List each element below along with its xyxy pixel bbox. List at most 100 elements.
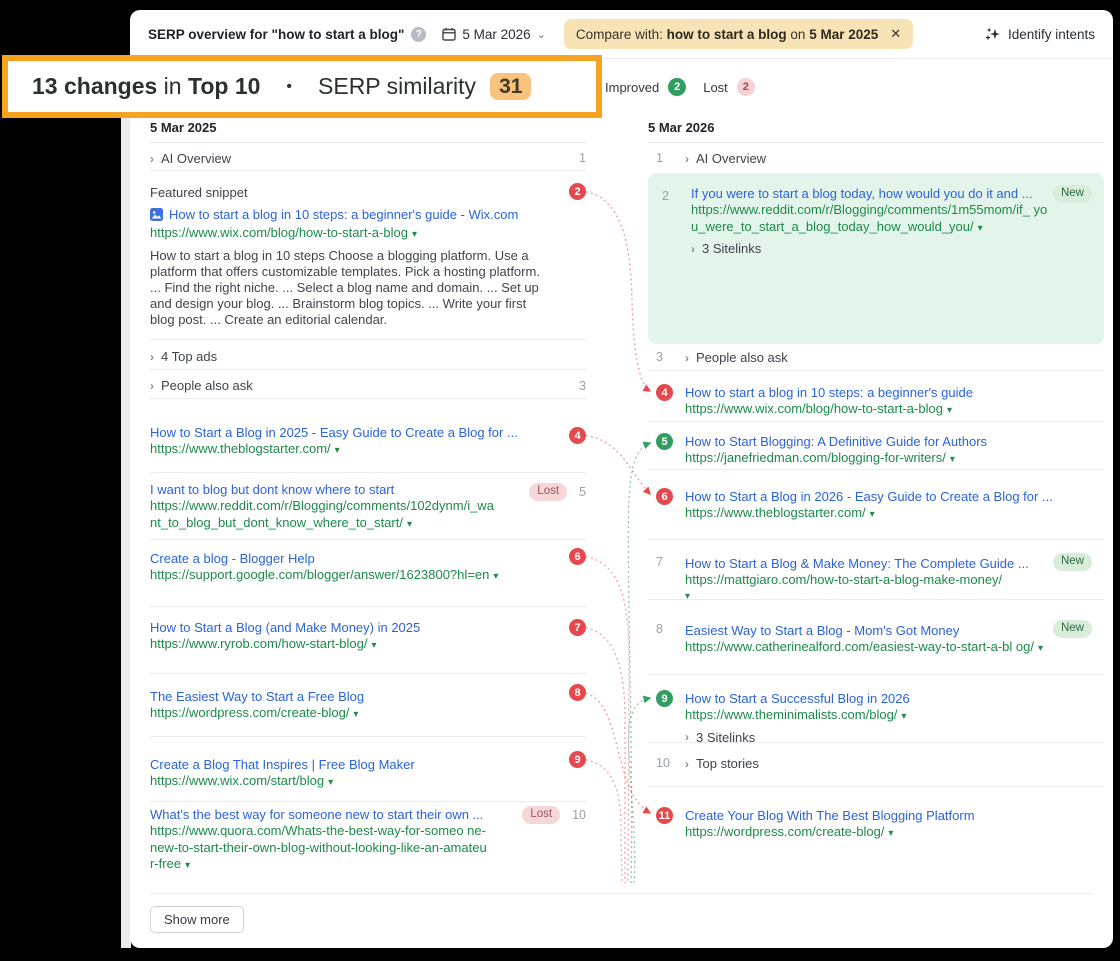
result-url[interactable]: https://www.theblogstarter.com/▾ [150,441,546,460]
ai-overview-toggle[interactable]: › AI Overview [150,148,586,166]
result-url[interactable]: https://www.theminimalists.com/blog/▾ [685,707,1054,726]
dropdown-arrow-icon[interactable]: ▾ [950,454,955,465]
result-url[interactable]: https://wordpress.com/create-blog/▾ [685,824,1054,843]
result-url[interactable]: https://www.wix.com/blog/how-to-start-a-… [685,401,1054,420]
result-title[interactable]: The Easiest Way to Start a Free Blog [150,688,546,705]
result-url[interactable]: https://www.quora.com/Whats-the-best-way… [150,823,491,875]
top-stories-toggle[interactable]: › Top stories [685,743,1104,771]
dropdown-arrow-icon[interactable]: ▾ [493,571,498,582]
sparkle-icon [985,27,1000,40]
dropdown-arrow-icon[interactable]: ▾ [947,405,952,416]
serp-feature-row: 1 › AI Overview [648,148,1104,171]
selected-date: 5 Mar 2026 [462,26,531,42]
dropdown-arrow-icon[interactable]: ▾ [353,709,358,720]
compare-on: on [786,26,810,42]
organic-result-row: 5 How to Start Blogging: A Definitive Gu… [648,422,1104,470]
result-title[interactable]: How to Start a Blog in 2026 - Easy Guide… [685,488,1054,505]
result-url[interactable]: https://support.google.com/blogger/answe… [150,567,546,586]
compare-prefix: Compare with: [575,26,667,42]
featured-snippet-row: Featured snippet How to start a blog in … [150,171,586,340]
result-title[interactable]: What's the best way for someone new to s… [150,806,491,823]
rank-badge: 9 [569,751,586,768]
result-url[interactable]: https://www.reddit.com/r/Blogging/commen… [150,498,496,533]
result-url[interactable]: https://www.ryrob.com/how-start-blog/▾ [150,636,546,655]
page-title: SERP overview for "how to start a blog" [148,26,405,42]
people-also-ask-toggle[interactable]: › People also ask [150,370,586,393]
result-url[interactable]: https://www.theblogstarter.com/▾ [685,505,1054,524]
calendar-icon [442,28,457,41]
result-url[interactable]: https://www.wix.com/blog/how-to-start-a-… [150,225,546,244]
result-title[interactable]: If you were to start a blog today, how w… [691,185,1048,202]
result-title[interactable]: Create a Blog That Inspires | Free Blog … [150,756,546,773]
result-url[interactable]: https://wordpress.com/create-blog/▾ [150,705,546,724]
show-more-button[interactable]: Show more [150,906,244,933]
dropdown-arrow-icon[interactable]: ▾ [978,223,983,234]
result-title[interactable]: How to Start Blogging: A Definitive Guid… [685,433,1054,450]
changes-summary: 13 changes in Top 10 [32,73,261,99]
dropdown-arrow-icon[interactable]: ▾ [185,860,190,871]
close-icon[interactable]: ✕ [890,26,901,42]
organic-result-row: Create a Blog That Inspires | Free Blog … [150,737,586,802]
dropdown-arrow-icon[interactable]: ▾ [335,445,340,456]
lost-label: Lost [703,79,728,95]
dropdown-arrow-icon[interactable]: ▾ [870,509,875,520]
result-title[interactable]: I want to blog but dont know where to st… [150,481,496,498]
dropdown-arrow-icon[interactable]: ▾ [412,229,417,240]
serp-similarity-label: SERP similarity [318,73,477,99]
top-ads-toggle[interactable]: › 4 Top ads [150,340,586,364]
result-url[interactable]: https://www.catherinealford.com/easiest-… [685,639,1048,658]
dropdown-arrow-icon[interactable]: ▾ [371,640,376,651]
result-url[interactable]: https://www.wix.com/start/blog ▾ [150,773,546,792]
result-title[interactable]: How to Start a Blog (and Make Money) in … [150,619,546,636]
ai-overview-toggle[interactable]: › AI Overview [685,148,1104,166]
position-number: 1 [579,151,586,165]
chevron-right-icon: › [685,730,689,744]
result-url[interactable]: https://www.reddit.com/r/Blogging/commen… [691,202,1048,237]
sitelinks-toggle[interactable]: › 3 Sitelinks [691,241,1048,256]
result-title[interactable]: Create a blog - Blogger Help [150,550,546,567]
help-icon[interactable]: ? [411,26,427,42]
serp-overview-panel: SERP overview for "how to start a blog" … [130,10,1113,948]
bullet-separator: • [286,77,293,95]
result-description: How to start a blog in 10 steps Choose a… [150,247,540,327]
organic-result-row: Create a blog - Blogger Help https://sup… [150,540,586,607]
result-title[interactable]: Create Your Blog With The Best Blogging … [685,807,1054,824]
result-title[interactable]: Easiest Way to Start a Blog - Mom's Got … [685,622,1048,639]
dropdown-arrow-icon[interactable]: ▾ [901,711,906,722]
right-column-date: 5 Mar 2026 [648,120,1104,143]
serp-feature-row: 3 › People also ask [648,345,1104,371]
identify-intents-button[interactable]: Identify intents [985,26,1095,42]
new-pill: New [1052,185,1092,203]
chevron-right-icon: › [685,756,689,771]
result-title[interactable]: How to Start a Blog & Make Money: The Co… [685,555,1048,572]
dropdown-arrow-icon[interactable]: ▾ [328,777,333,788]
rank-badge: 8 [569,684,586,701]
rank-badge: 4 [569,427,586,444]
position-number: 5 [579,484,586,499]
chevron-right-icon: › [150,151,154,166]
result-title[interactable]: How to Start a Blog in 2025 - Easy Guide… [150,424,546,441]
people-also-ask-toggle[interactable]: › People also ask [685,345,1104,365]
new-result-highlight-row: 2 If you were to start a blog today, how… [648,173,1104,344]
serp-similarity-callout: 13 changes in Top 10 • SERP similarity 3… [2,55,602,118]
dropdown-arrow-icon[interactable]: ▾ [407,519,412,530]
organic-result-row: 6 How to Start a Blog in 2026 - Easy Gui… [648,470,1104,540]
dropdown-arrow-icon[interactable]: ▾ [1038,643,1043,654]
rank-badge: 7 [569,619,586,636]
organic-result-row: 4 How to start a blog in 10 steps: a beg… [648,371,1104,422]
improved-label: Improved [605,79,660,95]
position-number: 10 [656,756,670,770]
compare-with-pill[interactable]: Compare with: how to start a blog on 5 M… [563,19,914,49]
dropdown-arrow-icon[interactable]: ▾ [888,828,893,839]
sitelinks-label: 3 Sitelinks [702,241,762,256]
result-title[interactable]: How to Start a Successful Blog in 2026 [685,690,1054,707]
date-picker[interactable]: 5 Mar 2026 ⌄ [442,27,546,42]
organic-result-row: How to Start a Blog in 2025 - Easy Guide… [150,399,586,473]
improved-count-badge: 2 [668,78,687,96]
rank-badge: 5 [656,433,673,450]
result-title[interactable]: How to start a blog in 10 steps: a begin… [150,206,546,225]
result-title[interactable]: How to start a blog in 10 steps: a begin… [685,384,1054,401]
chevron-down-icon: ⌄ [536,28,546,41]
organic-result-row: 11 Create Your Blog With The Best Bloggi… [648,797,1104,865]
result-url[interactable]: https://janefriedman.com/blogging-for-wr… [685,450,1054,469]
